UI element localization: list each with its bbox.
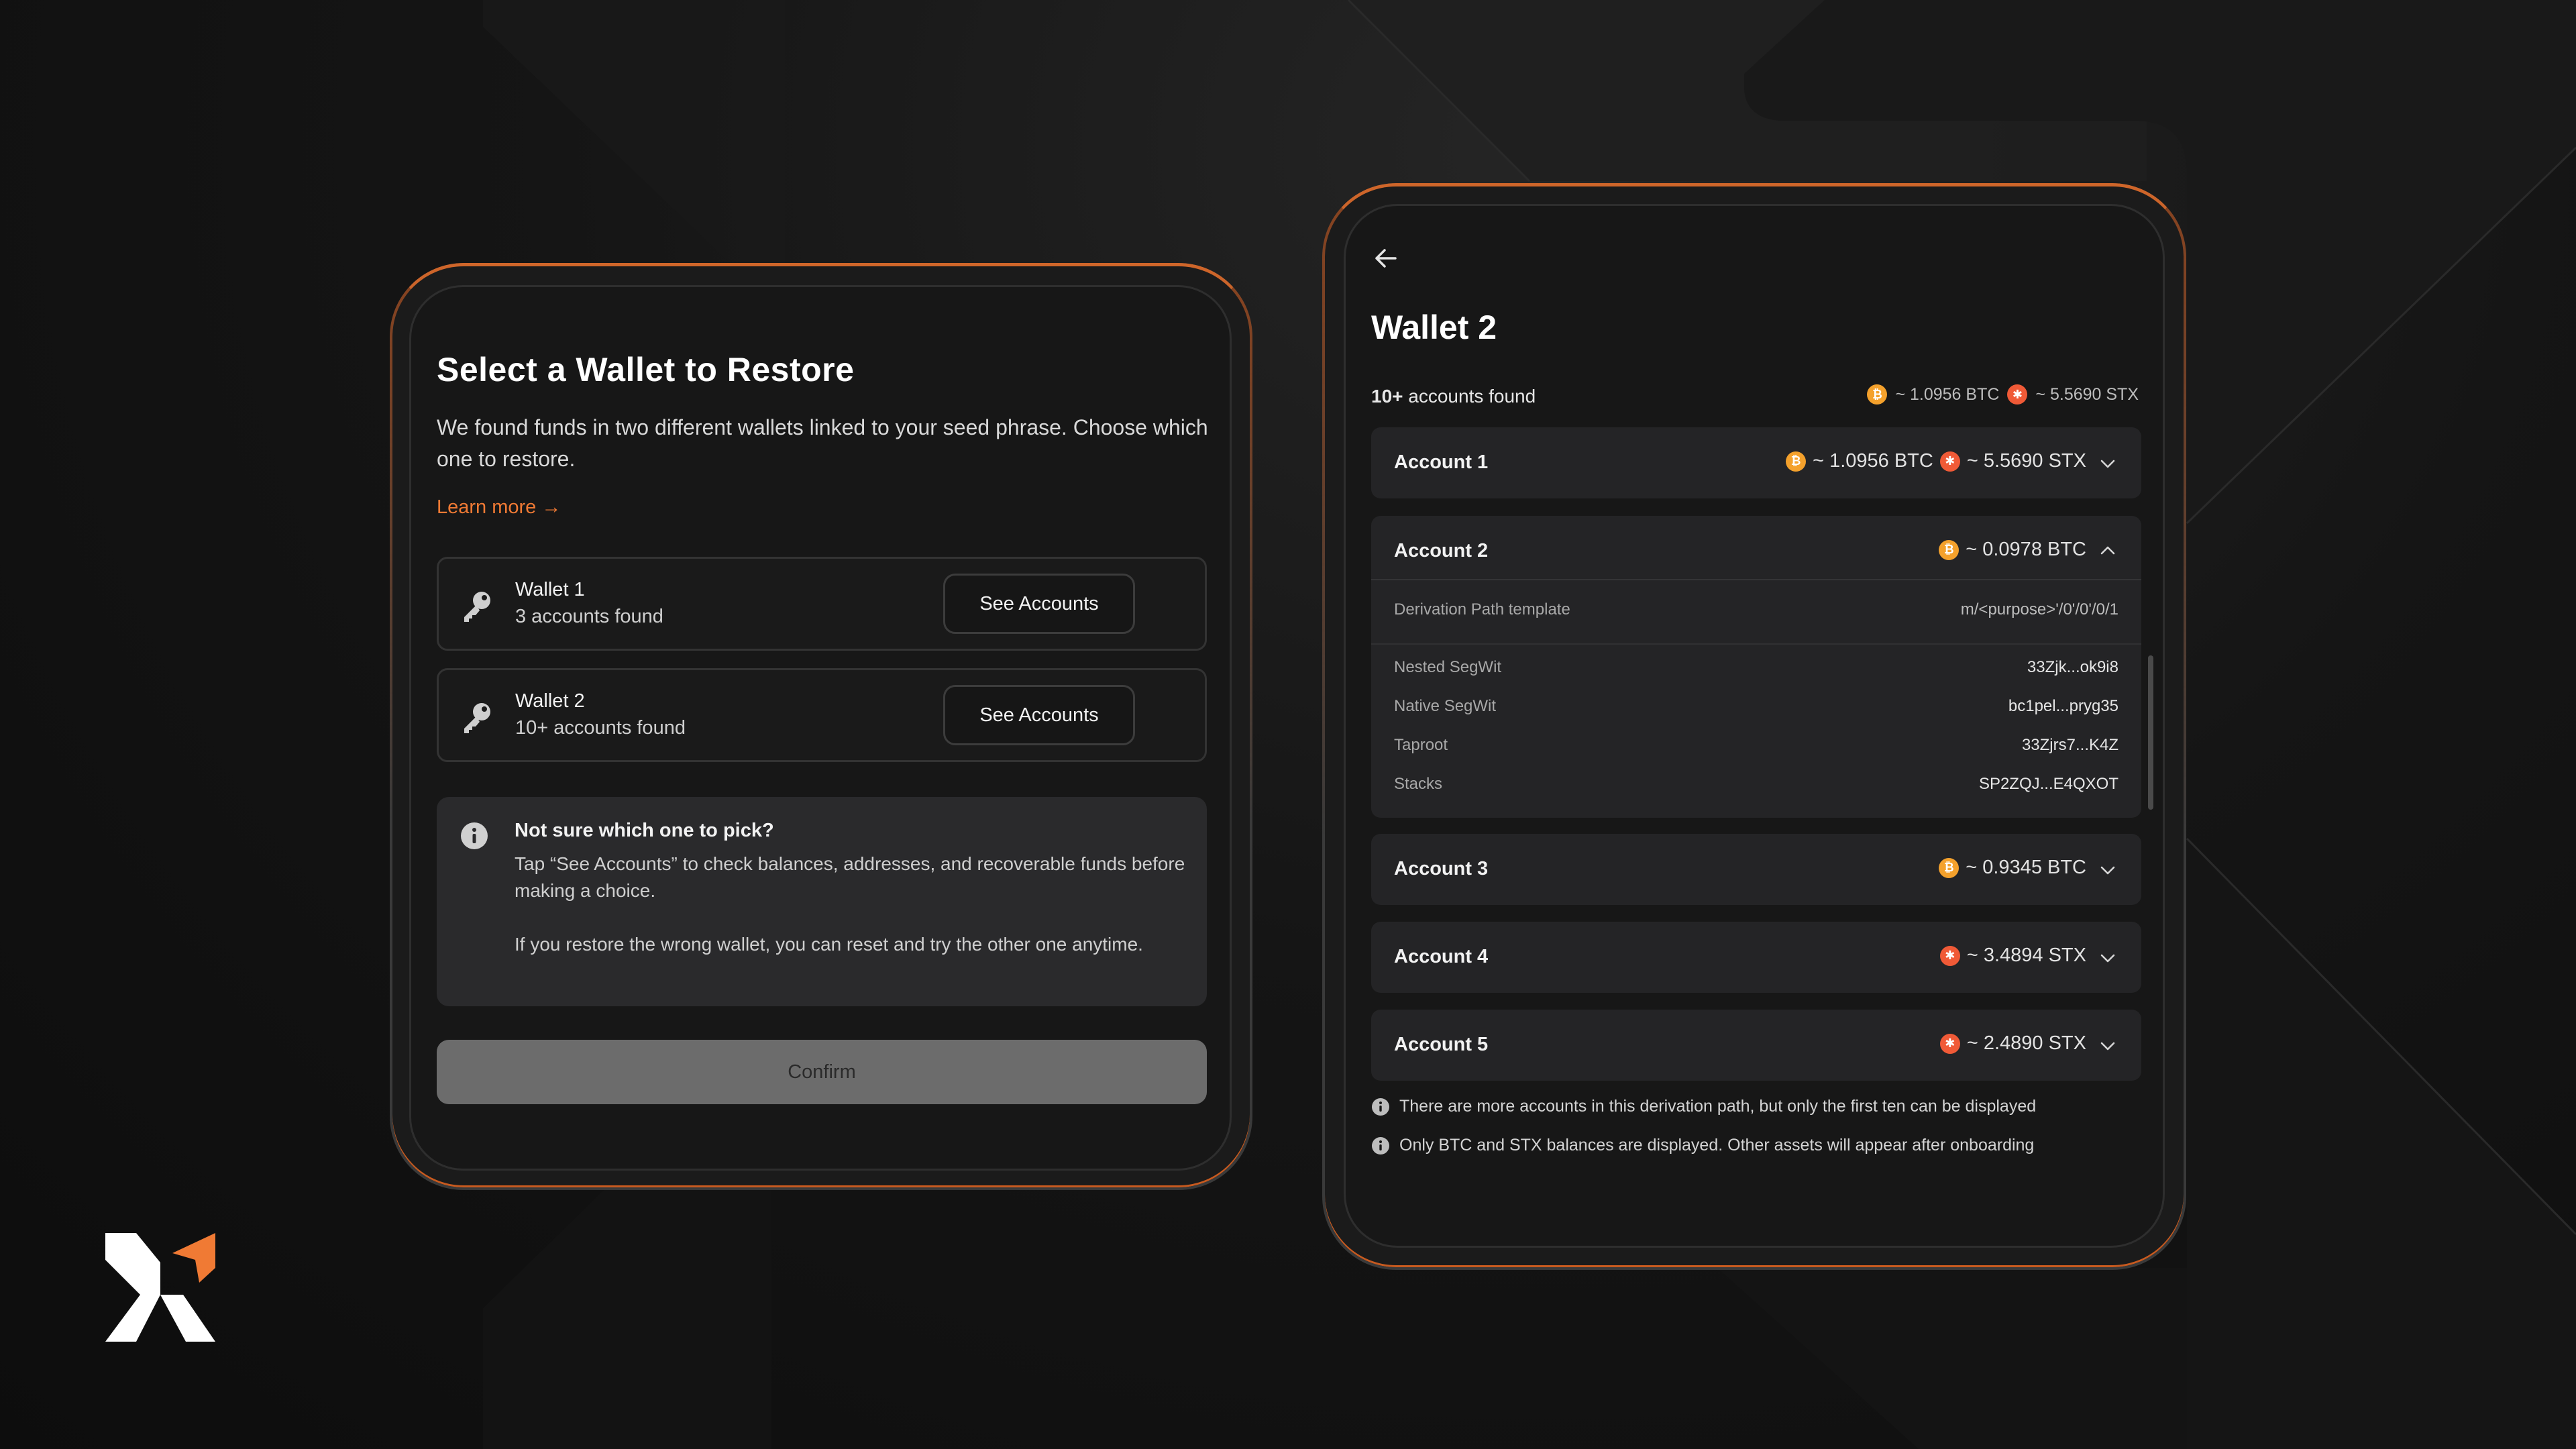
wallet-accounts-count: 10+ accounts found (515, 717, 686, 739)
info-icon (461, 822, 488, 849)
account-name: Account 3 (1394, 858, 1489, 879)
account-name: Account 4 (1394, 946, 1489, 967)
accounts-found-label: accounts found (1403, 386, 1536, 407)
account-name: Account 2 (1394, 540, 1489, 561)
key-icon (464, 703, 490, 733)
account-balances: ✱ ~ 3.4894 STX (1939, 945, 2086, 967)
note-text: Only BTC and STX balances are displayed.… (1399, 1136, 2035, 1155)
address-label: Taproot (1394, 736, 1448, 754)
address-value[interactable]: 33Zjrs7...K4Z (2022, 736, 2118, 755)
wallet-name: Wallet 2 (515, 690, 585, 712)
info-title: Not sure which one to pick? (515, 820, 774, 841)
bitcoin-icon: ₿ (1939, 539, 1960, 560)
page-description: We found funds in two different wallets … (437, 415, 1208, 471)
note-more-accounts: There are more accounts in this derivati… (1371, 1097, 2036, 1116)
info-paragraph-2: If you restore the wrong wallet, you can… (515, 934, 1143, 955)
info-icon (1372, 1136, 1389, 1155)
stage: Select a Wallet to Restore We found fund… (0, 0, 2576, 1449)
stacks-icon: ✱ (2007, 384, 2028, 405)
stacks-icon: ✱ (1939, 451, 1960, 472)
select-wallet-screen: Select a Wallet to Restore We found fund… (409, 285, 1232, 1171)
account-row-4[interactable]: Account 4 ✱ ~ 3.4894 STX (1371, 922, 2141, 993)
info-icon (1372, 1097, 1389, 1116)
address-row-nested-segwit: Nested SegWit 33Zjk...ok9i8 (1394, 658, 2118, 682)
xverse-logo (105, 1233, 215, 1342)
account-header[interactable]: Account 2 ₿ ~ 0.0978 BTC (1371, 516, 2141, 580)
address-row-native-segwit: Native SegWit bc1pel...pryg35 (1394, 697, 2118, 721)
total-btc: ~ 1.0956 BTC (1895, 384, 2000, 404)
account-balances: ✱ ~ 2.4890 STX (1939, 1032, 2086, 1055)
background-shapes (483, 0, 2576, 1449)
stacks-icon: ✱ (1939, 1033, 1960, 1054)
scrollbar[interactable] (2148, 655, 2153, 810)
wallet-row-1[interactable]: Wallet 1 3 accounts found See Accounts (437, 557, 1207, 651)
account-btc: ~ 0.0978 BTC (1966, 539, 2086, 560)
derivation-path-row: Derivation Path template m/<purpose>'/0'… (1394, 600, 2118, 627)
account-stx: ~ 2.4890 STX (1966, 1032, 2086, 1054)
chevron-down-icon[interactable] (2098, 1036, 2117, 1055)
address-row-taproot: Taproot 33Zjrs7...K4Z (1394, 736, 2118, 760)
bitcoin-icon: ₿ (1786, 451, 1807, 472)
derivation-path-value: m/<purpose>'/0'/0'/0/1 (1960, 600, 2118, 619)
page-title: Select a Wallet to Restore (437, 351, 855, 388)
info-callout: Not sure which one to pick? Tap “See Acc… (437, 797, 1207, 1006)
wallet-accounts-screen: Wallet 2 10+ accounts found ₿ ~ 1.0956 B… (1344, 204, 2165, 1248)
stacks-icon: ✱ (1939, 945, 1960, 966)
chevron-down-icon[interactable] (2098, 949, 2117, 967)
account-row-2-expanded[interactable]: Account 2 ₿ ~ 0.0978 BTC Derivation Path… (1371, 516, 2141, 818)
chevron-up-icon[interactable] (2098, 541, 2117, 560)
see-accounts-button[interactable]: See Accounts (943, 574, 1135, 634)
wallet-title: Wallet 2 (1371, 309, 1497, 346)
key-icon (464, 592, 490, 622)
account-balances: ₿ ~ 0.0978 BTC (1939, 539, 2086, 561)
address-value[interactable]: SP2ZQJ...E4QXOT (1979, 775, 2118, 794)
address-label: Stacks (1394, 775, 1443, 793)
account-stx: ~ 5.5690 STX (1966, 450, 2086, 472)
total-stx: ~ 5.5690 STX (2035, 384, 2139, 404)
account-name: Account 1 (1394, 451, 1489, 473)
account-row-1[interactable]: Account 1 ₿ ~ 1.0956 BTC ✱ ~ 5.5690 STX (1371, 427, 2141, 498)
address-value[interactable]: 33Zjk...ok9i8 (2027, 658, 2118, 677)
account-row-5[interactable]: Account 5 ✱ ~ 2.4890 STX (1371, 1010, 2141, 1081)
bitcoin-icon: ₿ (1867, 384, 1888, 405)
chevron-down-icon[interactable] (2098, 861, 2117, 879)
account-stx: ~ 3.4894 STX (1966, 945, 2086, 966)
account-balances: ₿ ~ 1.0956 BTC ✱ ~ 5.5690 STX (1786, 450, 2086, 472)
address-label: Native SegWit (1394, 697, 1497, 715)
wallet-totals: ₿ ~ 1.0956 BTC ✱ ~ 5.5690 STX (1867, 384, 2139, 405)
divider (1371, 643, 2141, 645)
see-accounts-button[interactable]: See Accounts (943, 685, 1135, 745)
account-row-3[interactable]: Account 3 ₿ ~ 0.9345 BTC (1371, 834, 2141, 905)
bitcoin-icon: ₿ (1939, 857, 1960, 878)
accounts-found-count: 10+ (1371, 386, 1403, 407)
account-btc: ~ 0.9345 BTC (1966, 857, 2086, 878)
address-value[interactable]: bc1pel...pryg35 (2008, 697, 2118, 716)
wallet-accounts-count: 3 accounts found (515, 606, 663, 627)
note-balances-displayed: Only BTC and STX balances are displayed.… (1371, 1136, 2034, 1155)
info-paragraph-1: Tap “See Accounts” to check balances, ad… (515, 853, 1185, 901)
address-label: Nested SegWit (1394, 658, 1502, 676)
address-row-stacks: Stacks SP2ZQJ...E4QXOT (1394, 775, 2118, 799)
derivation-path-label: Derivation Path template (1394, 600, 1570, 619)
wallet-row-2[interactable]: Wallet 2 10+ accounts found See Accounts (437, 668, 1207, 762)
note-text: There are more accounts in this derivati… (1399, 1097, 2037, 1116)
account-name: Account 5 (1394, 1034, 1489, 1055)
chevron-down-icon[interactable] (2098, 454, 2117, 473)
accounts-found: 10+ accounts found (1371, 386, 1536, 407)
confirm-button[interactable]: Confirm (437, 1040, 1207, 1104)
learn-more-link[interactable]: Learn more → (437, 496, 561, 519)
wallet-name: Wallet 1 (515, 579, 585, 600)
arrow-left-icon[interactable] (1371, 244, 1401, 273)
account-btc: ~ 1.0956 BTC (1813, 450, 1933, 472)
account-balances: ₿ ~ 0.9345 BTC (1939, 857, 2086, 879)
